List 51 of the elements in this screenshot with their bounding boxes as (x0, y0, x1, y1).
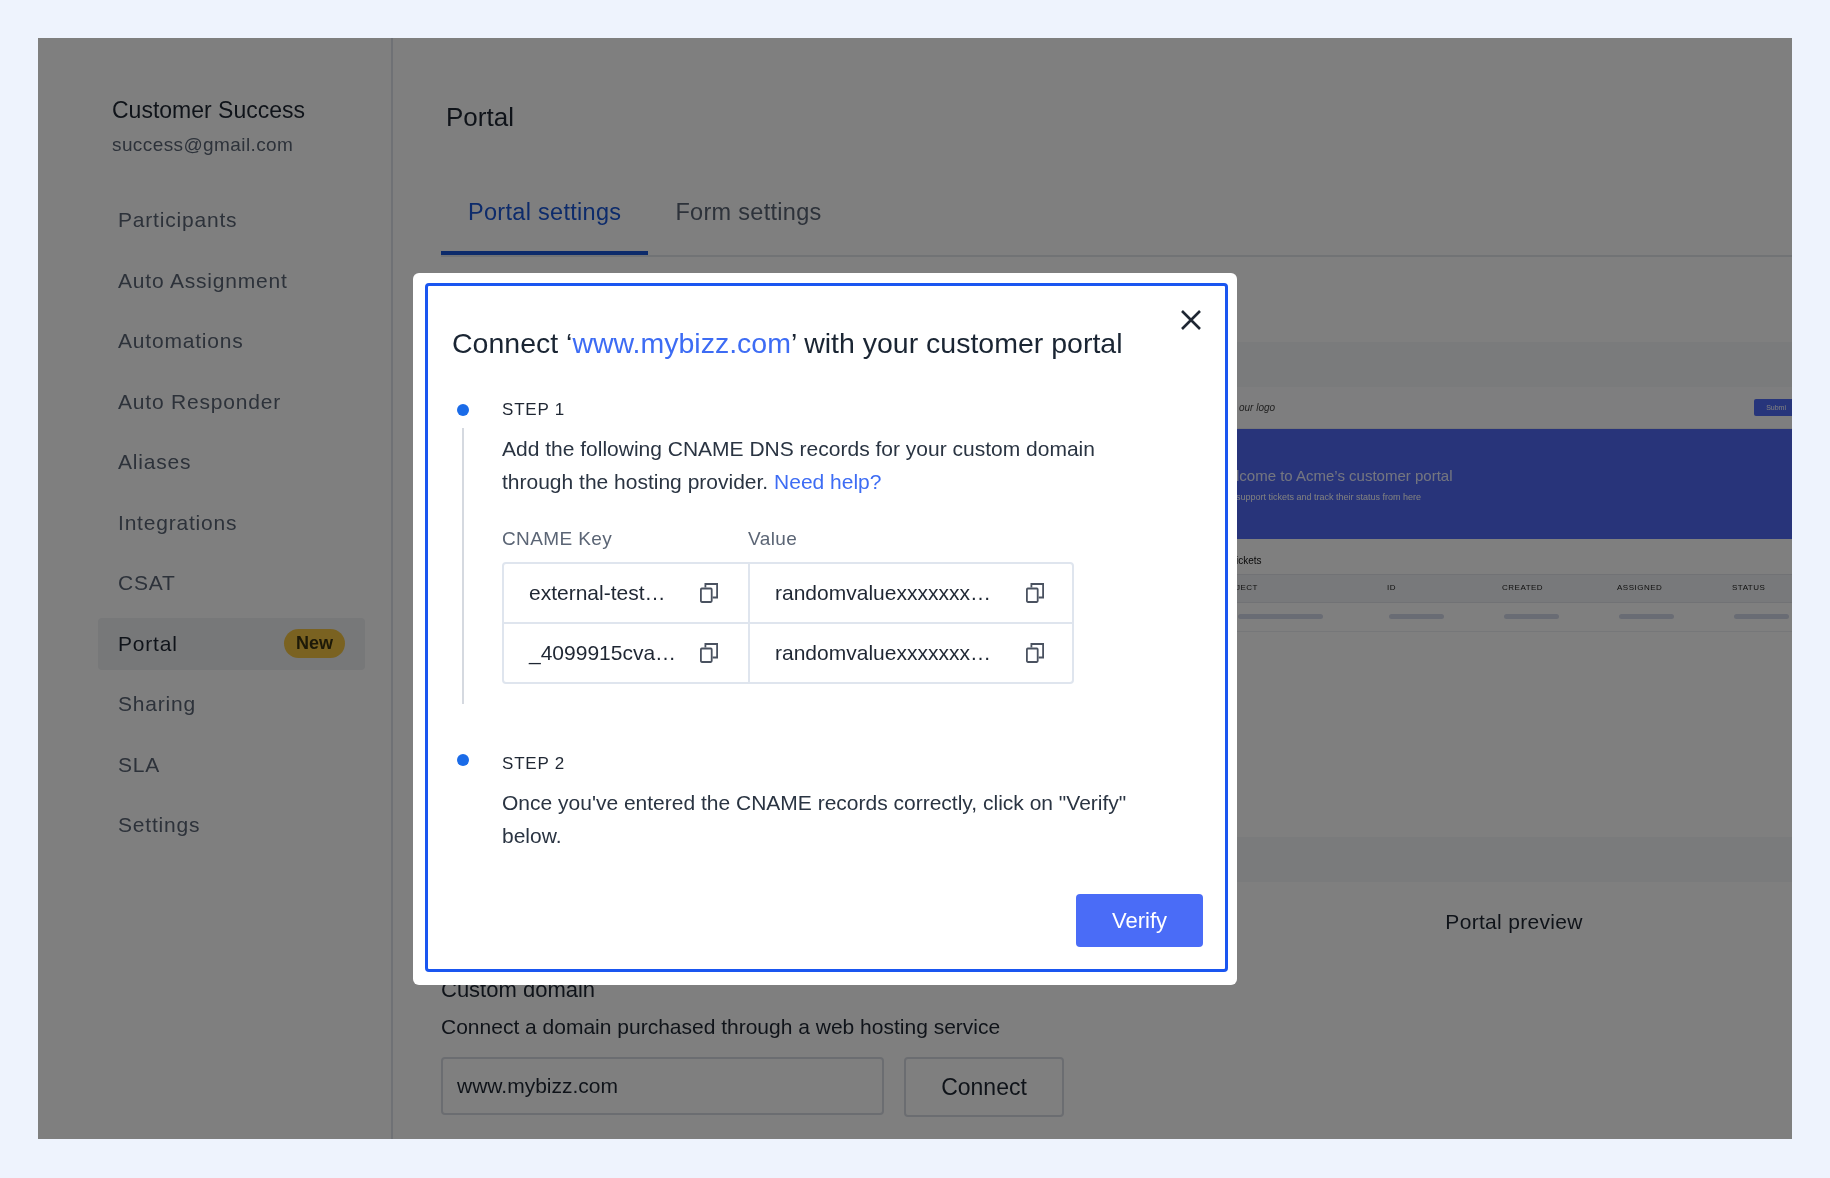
sidebar-item[interactable]: Portal New (98, 617, 365, 670)
step-description: Once you've entered the CNAME records correctly, click on "Verify" below. (502, 790, 1128, 849)
step-description: Add the following CNAME DNS records for your custom domain through the hosting provider. Need help? (502, 436, 1096, 495)
sidebar-item[interactable]: Auto Assignment (98, 254, 365, 307)
record-value: randomvaluexxxxxxx… (775, 581, 991, 605)
sidebar-item[interactable]: Aliases (98, 436, 365, 488)
sidebar-item[interactable]: CSAT (98, 557, 365, 609)
tab[interactable]: Portal settings (441, 182, 649, 255)
record-value: randomvaluexxxxxxx… (775, 641, 991, 665)
domain-link[interactable]: www.mybizz.com (572, 327, 791, 359)
preview-caption: Portal preview (1444, 910, 1584, 934)
record-value: _4099915cva… (529, 641, 677, 665)
page-title: Portal (446, 101, 515, 134)
new-badge: New (284, 629, 345, 658)
column-heading: ID (1387, 583, 1396, 592)
step-dot-icon (457, 754, 469, 766)
column-heading: Value (748, 528, 798, 550)
logo-text: our logo (1239, 402, 1276, 413)
verify-button[interactable]: Verify (1076, 894, 1203, 947)
sidebar-item[interactable]: Integrations (98, 496, 365, 549)
account-email: success@gmail.com (112, 134, 295, 156)
copy-icon[interactable] (700, 583, 718, 603)
step-label: STEP 2 (502, 754, 567, 774)
column-heading: ASSIGNED (1617, 583, 1663, 592)
column-heading: CNAME Key (502, 528, 614, 550)
step-label: STEP 1 (502, 400, 567, 420)
column-heading: JECT (1236, 583, 1258, 592)
sidebar-item[interactable]: Sharing (98, 678, 365, 730)
copy-icon[interactable] (1026, 643, 1044, 663)
domain-field[interactable]: www.mybizz.com (441, 1057, 884, 1115)
connect-button[interactable]: Connect (904, 1057, 1064, 1117)
record-value: external-test… (529, 581, 666, 605)
dialog-title: Connect ‘www.mybizz.com’ with your customer portal (452, 326, 1123, 360)
close-icon[interactable] (1179, 308, 1203, 332)
banner-subheading: support tickets and track their status from here (1236, 491, 1423, 502)
column-heading: CREATED (1502, 583, 1544, 592)
sidebar-item[interactable]: Settings (98, 799, 365, 851)
column-heading: STATUS (1732, 583, 1766, 592)
sidebar-item[interactable]: Auto Responder (98, 375, 365, 428)
sidebar-item[interactable]: Automations (98, 315, 365, 367)
tab[interactable]: Form settings (648, 182, 849, 255)
account-name: Customer Success (112, 96, 306, 124)
section-heading: ickets (1236, 555, 1263, 566)
section-description: Connect a domain purchased through a web hosting service (441, 1015, 1002, 1039)
sidebar-item[interactable]: Participants (98, 194, 365, 246)
banner-heading: lcome to Acme’s customer portal (1236, 466, 1454, 484)
step-dot-icon (457, 404, 469, 416)
help-link[interactable]: Need help? (774, 470, 882, 493)
sidebar-item[interactable]: SLA (98, 738, 365, 791)
copy-icon[interactable] (1026, 583, 1044, 603)
copy-icon[interactable] (700, 643, 718, 663)
